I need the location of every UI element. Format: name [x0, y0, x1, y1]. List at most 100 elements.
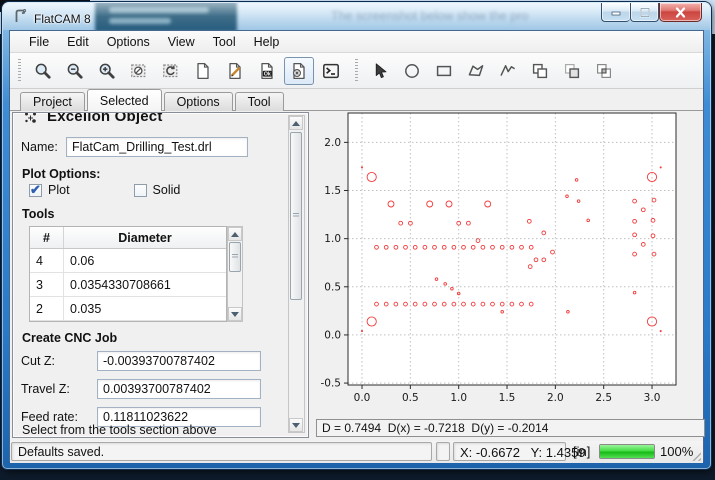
maximize-button[interactable] [630, 3, 659, 22]
plot-canvas[interactable]: 0.00.51.01.52.02.53.0-0.50.00.51.01.52.0 [316, 111, 705, 417]
menu-file[interactable]: File [20, 32, 58, 52]
close-button[interactable] [659, 3, 702, 22]
tool-row[interactable]: 30.0354330708661 [30, 273, 226, 297]
shell-button[interactable] [316, 57, 346, 85]
tool-number-cell[interactable]: 3 [30, 273, 64, 296]
scrollbar-thumb[interactable] [229, 242, 241, 272]
menu-bar: FileEditOptionsViewToolHelp [10, 31, 703, 53]
delete-object-button[interactable] [284, 57, 314, 85]
scroll-up-arrow[interactable] [289, 116, 303, 130]
object-title: Excellon Object [47, 113, 163, 127]
y-tick-label: 2.0 [324, 137, 341, 149]
intersect-button[interactable] [589, 57, 619, 85]
run-script-button[interactable]: Ok [252, 57, 282, 85]
scroll-up-arrow[interactable] [228, 227, 242, 241]
tool-diameter-cell[interactable]: 0.0354330708661 [64, 273, 226, 296]
select-tool-button[interactable] [365, 57, 395, 85]
cut-z-input[interactable] [97, 351, 261, 371]
drill-object-icon [23, 113, 39, 127]
minimize-button[interactable] [601, 3, 630, 22]
tool-diameter-cell[interactable]: 0.06 [64, 249, 226, 272]
subtract-button[interactable] [557, 57, 587, 85]
draw-rectangle-button[interactable] [429, 57, 459, 85]
x-tick-label: 2.0 [547, 392, 564, 404]
tool-number-cell[interactable]: 4 [30, 249, 64, 272]
solid-checkbox[interactable]: ✔ [134, 184, 147, 197]
tab-tool[interactable]: Tool [235, 92, 284, 111]
draw-circle-button[interactable] [397, 57, 427, 85]
scroll-down-arrow[interactable] [228, 307, 242, 321]
ok-file-icon: Ok [257, 61, 277, 81]
tab-bar: ProjectSelectedOptionsTool [10, 89, 703, 111]
scroll-down-arrow[interactable] [289, 418, 303, 432]
x-tick-label: 0.0 [354, 392, 371, 404]
progress-bar [599, 444, 655, 459]
x-tick-label: 0.5 [402, 392, 419, 404]
clear-plot-button[interactable] [124, 57, 154, 85]
tools-table-header: # Diameter [30, 227, 226, 249]
replot-button[interactable] [156, 57, 186, 85]
x-tick-label: 1.5 [499, 392, 516, 404]
menu-tool[interactable]: Tool [204, 32, 245, 52]
scrollbar-thumb[interactable] [290, 132, 302, 300]
x-tick-label: 1.0 [450, 392, 467, 404]
new-file-icon [193, 61, 213, 81]
zoom-fit-button[interactable] [28, 57, 58, 85]
plot-checkbox-label: Plot [48, 183, 70, 197]
status-message: Defaults saved. [11, 442, 432, 461]
subtract-icon [562, 61, 582, 81]
delete-file-icon [289, 61, 309, 81]
panel-scrollbar[interactable] [288, 115, 305, 433]
tools-label: Tools [22, 207, 54, 221]
svg-text:Ok: Ok [264, 71, 271, 77]
terminal-icon [321, 61, 341, 81]
zoom-out-button[interactable] [60, 57, 90, 85]
y-tick-label: 0.0 [324, 329, 341, 341]
polygon-tool-icon [466, 61, 486, 81]
travel-z-input[interactable] [97, 379, 261, 399]
status-spare-box [436, 442, 450, 461]
plot-panel: 0.00.51.01.52.02.53.0-0.50.00.51.01.52.0… [316, 111, 705, 438]
edit-script-button[interactable] [220, 57, 250, 85]
union-icon [530, 61, 550, 81]
draw-path-button[interactable] [493, 57, 523, 85]
zoom-in-button[interactable] [92, 57, 122, 85]
menu-options[interactable]: Options [98, 32, 159, 52]
zoom-fit-icon [33, 61, 53, 81]
table-scrollbar[interactable] [227, 226, 243, 322]
tool-row[interactable]: 20.035 [30, 297, 226, 321]
column-diameter[interactable]: Diameter [64, 227, 226, 248]
tool-diameter-cell[interactable]: 0.035 [64, 297, 226, 320]
tab-project[interactable]: Project [20, 92, 85, 111]
title-bar[interactable]: The screenshot below show the pro FlatCA… [3, 3, 710, 30]
toolbar-handle[interactable] [18, 59, 21, 83]
travel-z-label: Travel Z: [21, 382, 97, 396]
menu-help[interactable]: Help [245, 32, 289, 52]
edit-file-icon [225, 61, 245, 81]
tools-table: # Diameter 40.0630.035433070866120.035 [29, 226, 227, 322]
tools-hint: Select from the tools section above [22, 423, 217, 437]
menu-view[interactable]: View [159, 32, 204, 52]
new-script-button[interactable] [188, 57, 218, 85]
menu-edit[interactable]: Edit [58, 32, 98, 52]
tool-number-cell[interactable]: 2 [30, 297, 64, 320]
tab-selected[interactable]: Selected [87, 89, 162, 111]
union-button[interactable] [525, 57, 555, 85]
x-tick-label: 3.0 [644, 392, 661, 404]
cut-z-label: Cut Z: [21, 354, 97, 368]
rectangle-tool-icon [434, 61, 454, 81]
object-heading: Excellon Object [23, 113, 283, 127]
name-input[interactable] [66, 137, 248, 157]
close-icon [674, 7, 687, 18]
draw-polygon-button[interactable] [461, 57, 491, 85]
toolbar-handle[interactable] [355, 59, 358, 83]
plot-checkbox[interactable]: ✔ [29, 184, 42, 197]
coordinates-readout: X: -0.6672 Y: 1.4359 [453, 442, 566, 461]
tab-options[interactable]: Options [164, 92, 233, 111]
tool-row[interactable]: 40.06 [30, 249, 226, 273]
column-number[interactable]: # [30, 227, 64, 248]
minimize-icon [610, 7, 622, 17]
x-tick-label: 2.5 [595, 392, 612, 404]
toolbar: Ok [10, 53, 703, 89]
tools-table-body: 40.0630.035433070866120.035 [30, 249, 226, 321]
